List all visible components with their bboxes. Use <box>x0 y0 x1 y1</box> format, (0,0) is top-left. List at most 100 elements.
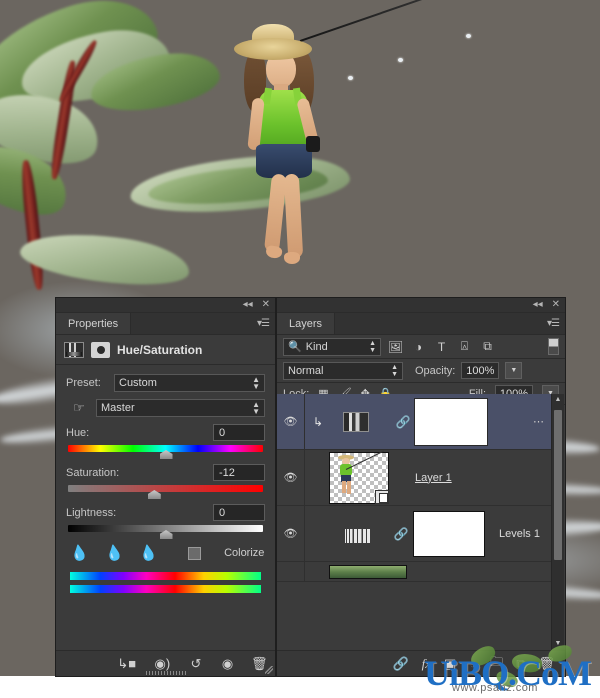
preset-value: Custom <box>119 377 157 389</box>
channel-value: Master <box>101 402 135 414</box>
layer-thumbnail-background[interactable] <box>329 564 407 579</box>
table-row[interactable]: 👁 🔗 Levels 1 <box>277 506 551 562</box>
hue-slider-thumb[interactable] <box>159 450 173 459</box>
properties-panel[interactable]: ◂◂ ✕ Properties ▾☰ Hue/Saturation Preset… <box>55 297 276 677</box>
pixel-layer-filter-icon[interactable]: 🖼 <box>387 340 404 354</box>
lightness-value[interactable]: 0 <box>213 504 265 521</box>
foot <box>265 244 283 260</box>
layers-panel[interactable]: ◂◂ ✕ Layers ▾☰ 🔍 Kind ▲ ▼ 🖼 ◑ T ⍓ ⧉ Norma… <box>276 297 566 677</box>
layer-thumbnail-girl[interactable] <box>329 450 389 504</box>
properties-tab-row: Properties ▾☰ <box>56 313 275 335</box>
opacity-value[interactable]: 100% <box>461 362 500 379</box>
tab-layers[interactable]: Layers <box>277 313 336 334</box>
link-layers-button[interactable]: 🔗 <box>392 656 408 672</box>
close-icon[interactable]: ✕ <box>552 300 560 310</box>
link-mask-icon[interactable]: 🔗 <box>391 415 415 429</box>
collapse-icon[interactable]: ◂◂ <box>533 300 543 310</box>
layer-visibility-toggle[interactable] <box>277 562 305 581</box>
panel-menu-icon[interactable]: ▾☰ <box>257 318 270 329</box>
hue-slider-track[interactable] <box>68 445 263 459</box>
layers-scrollbar[interactable]: ▲ ▼ <box>551 394 564 650</box>
panel-menu-icon[interactable]: ▾☰ <box>547 318 560 329</box>
shape-layer-filter-icon[interactable]: ⍓ <box>456 339 473 354</box>
layer-visibility-toggle[interactable]: 👁 <box>277 450 305 505</box>
smart-object-filter-icon[interactable]: ⧉ <box>479 339 496 354</box>
watermark-subtext: www.psahz.com <box>452 682 538 694</box>
hue-bar-adjusted <box>70 585 261 593</box>
properties-titlebar: ◂◂ ✕ <box>56 298 275 313</box>
adjustment-header: Hue/Saturation <box>56 335 275 365</box>
chevron-updown-icon: ▲ ▼ <box>369 339 376 354</box>
link-mask-icon[interactable]: 🔗 <box>389 527 413 541</box>
hue-value[interactable]: 0 <box>213 424 265 441</box>
preset-dropdown[interactable]: Custom ▲ ▼ <box>114 374 265 392</box>
chevron-updown-icon: ▲ ▼ <box>391 363 398 378</box>
adjustment-title: Hue/Saturation <box>117 342 203 357</box>
preset-row: Preset: Custom ▲ ▼ <box>66 374 265 392</box>
layer-name[interactable]: Levels 1 <box>499 528 540 540</box>
filter-kind-label: Kind <box>305 340 328 353</box>
lightness-label: Lightness: <box>66 506 117 519</box>
scroll-up-arrow[interactable]: ▲ <box>552 394 564 406</box>
tab-properties[interactable]: Properties <box>56 313 132 334</box>
targeted-adjustment-hand-icon[interactable]: ☞ <box>66 400 92 416</box>
table-row[interactable] <box>277 562 551 582</box>
table-row[interactable]: 👁 Layer 1 <box>277 450 551 506</box>
adjustment-layer-icon <box>91 341 110 358</box>
hue-bar-original <box>70 572 261 580</box>
channel-row: ☞ Master ▲ ▼ <box>66 399 265 417</box>
saturation-value[interactable]: -12 <box>213 464 265 481</box>
opacity-dropdown-arrow[interactable]: ▼ <box>505 362 523 379</box>
layers-titlebar: ◂◂ ✕ <box>277 298 565 313</box>
fishing-reel <box>306 136 320 152</box>
channel-dropdown[interactable]: Master ▲ ▼ <box>96 399 265 417</box>
denim-shorts <box>256 144 312 178</box>
layer-name[interactable]: Layer 1 <box>415 472 452 484</box>
layer-thumbnail-hue-saturation[interactable] <box>343 411 369 432</box>
blend-mode-row: Normal ▲ ▼ Opacity: 100% ▼ <box>277 359 565 383</box>
view-previous-state-button[interactable]: ◉) <box>145 656 181 672</box>
filter-kind-dropdown[interactable]: 🔍 Kind ▲ ▼ <box>283 337 381 356</box>
resize-grip[interactable] <box>265 666 273 674</box>
panel-drag-handle[interactable] <box>145 671 186 675</box>
eyedropper-subtract-icon[interactable]: 💧 <box>138 543 159 563</box>
eyedropper-icon[interactable]: 💧 <box>69 543 90 563</box>
table-row[interactable]: 👁 ↳ 🔗 ⋯ <box>277 394 551 450</box>
eyedropper-add-icon[interactable]: 💧 <box>104 543 125 563</box>
blend-mode-value: Normal <box>288 364 324 377</box>
saturation-slider-thumb[interactable] <box>147 490 161 499</box>
type-layer-filter-icon[interactable]: T <box>433 340 450 354</box>
hue-saturation-icon <box>64 341 84 358</box>
layer-mask-thumbnail[interactable] <box>413 510 485 557</box>
clipping-mask-arrow-icon: ↳ <box>312 414 324 429</box>
rod-glint <box>348 76 353 80</box>
reset-button[interactable]: ↺ <box>180 656 212 672</box>
leg <box>283 173 304 259</box>
hue-slider-block: Hue: 0 <box>66 424 265 459</box>
blend-mode-dropdown[interactable]: Normal ▲ ▼ <box>283 361 403 380</box>
layer-visibility-toggle[interactable]: 👁 <box>277 506 305 561</box>
layer-thumbnail-levels[interactable] <box>343 523 373 544</box>
saturation-slider-track[interactable] <box>68 485 263 499</box>
rod-glint <box>398 58 403 62</box>
saturation-head: Saturation: -12 <box>66 464 265 481</box>
properties-body: Preset: Custom ▲ ▼ ☞ Master ▲ ▼ Hue: 0 S… <box>56 365 275 593</box>
colorize-checkbox[interactable] <box>188 546 202 560</box>
layer-mask-thumbnail[interactable] <box>414 397 488 446</box>
lightness-slider-track[interactable] <box>68 525 263 539</box>
layer-options-dots[interactable]: ⋯ <box>533 415 545 428</box>
filter-toggle-switch[interactable] <box>548 338 559 355</box>
layer-list[interactable]: 👁 ↳ 🔗 ⋯ 👁 Layer 1 👁 🔗 Levels 1 <box>277 394 551 650</box>
lightness-slider-thumb[interactable] <box>159 530 173 539</box>
toggle-visibility-button[interactable]: ◉ <box>212 656 244 672</box>
close-icon[interactable]: ✕ <box>262 300 270 310</box>
clip-to-layer-button[interactable]: ↳■ <box>109 656 145 672</box>
straw-hat-brim <box>234 38 312 60</box>
collapse-icon[interactable]: ◂◂ <box>243 300 253 310</box>
layer-visibility-toggle[interactable]: 👁 <box>277 394 305 449</box>
search-icon: 🔍 <box>288 341 302 353</box>
scrollbar-thumb[interactable] <box>554 410 562 560</box>
hue-reference-bars <box>70 572 261 593</box>
eyedropper-row: 💧 💧 💧 Colorize <box>69 543 265 563</box>
adjustment-layer-filter-icon[interactable]: ◑ <box>410 340 427 354</box>
